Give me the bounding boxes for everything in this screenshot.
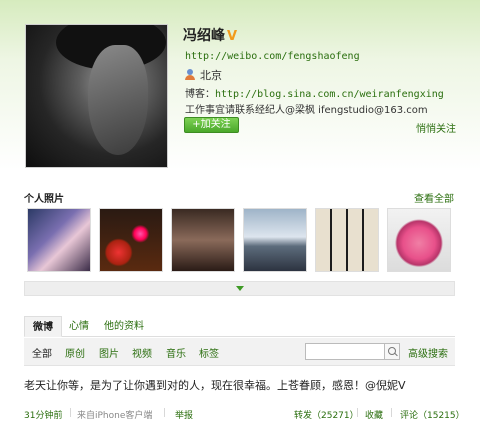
location-text: 北京 (200, 69, 222, 82)
filter-original[interactable]: 原创 (65, 345, 85, 360)
post-time-link[interactable]: 31分钟前 (24, 408, 62, 421)
divider: | (69, 408, 73, 418)
profile-name-text: 冯绍峰 (183, 28, 225, 44)
photo-thumbnail[interactable] (315, 208, 379, 272)
comment-link[interactable]: 评论（15215） (400, 408, 465, 421)
photo-thumbnail[interactable] (243, 208, 307, 272)
expand-photos-bar[interactable] (24, 281, 455, 296)
divider: | (356, 408, 360, 418)
filter-all[interactable]: 全部 (32, 345, 52, 360)
verified-icon: V (227, 29, 238, 44)
follow-button[interactable]: +加关注 (184, 117, 239, 133)
avatar-face (88, 45, 148, 155)
contact-info: 工作事宜请联系经纪人@梁枫 ifengstudio@163.com (185, 105, 428, 116)
search-icon[interactable] (385, 343, 400, 360)
photo-thumbnail[interactable] (387, 208, 451, 272)
advanced-search-link[interactable]: 高级搜索 (408, 345, 448, 360)
quiet-follow-link[interactable]: 悄悄关注 (416, 120, 456, 135)
profile-tabs: 微博 心情 他的资料 (24, 316, 455, 337)
filter-images[interactable]: 图片 (99, 345, 119, 360)
repost-link[interactable]: 转发（25271） (294, 408, 359, 421)
tab-mood[interactable]: 心情 (61, 316, 97, 337)
profile-avatar[interactable] (25, 24, 168, 168)
photo-thumbnail[interactable] (99, 208, 163, 272)
weibo-url-link[interactable]: http://weibo.com/fengshaofeng (185, 51, 360, 62)
location: 北京 (185, 67, 222, 83)
blog-row: 博客：http://blog.sina.com.cn/weiranfengxin… (185, 85, 444, 100)
person-icon (185, 69, 195, 80)
divider: | (163, 408, 167, 418)
tab-weibo[interactable]: 微博 (24, 316, 62, 337)
search-input[interactable] (305, 343, 385, 360)
photo-strip (27, 208, 452, 274)
photos-title: 个人照片 (24, 194, 64, 205)
post-source: 来自iPhone客户端 (77, 411, 153, 421)
blog-label: 博客： (185, 89, 215, 100)
filter-bar: 全部 原创 图片 视频 音乐 标签 高级搜索 (24, 338, 455, 366)
tab-profile[interactable]: 他的资料 (96, 316, 152, 337)
filter-music[interactable]: 音乐 (166, 345, 186, 360)
post-text: 老天让你等，是为了让你遇到对的人，现在很幸福。上苍眷顾，感恩！@倪妮V (24, 379, 406, 392)
chevron-down-icon (235, 286, 244, 291)
divider: | (390, 408, 394, 418)
filter-tags[interactable]: 标签 (199, 345, 219, 360)
favorite-link[interactable]: 收藏 (365, 408, 383, 421)
filter-videos[interactable]: 视频 (132, 345, 152, 360)
report-link[interactable]: 举报 (175, 408, 193, 421)
photo-thumbnail[interactable] (171, 208, 235, 272)
blog-url-link[interactable]: http://blog.sina.com.cn/weiranfengxing (215, 89, 444, 100)
profile-name: 冯绍峰 V (183, 25, 237, 45)
view-all-photos-link[interactable]: 查看全部 (414, 190, 454, 205)
photo-thumbnail[interactable] (27, 208, 91, 272)
